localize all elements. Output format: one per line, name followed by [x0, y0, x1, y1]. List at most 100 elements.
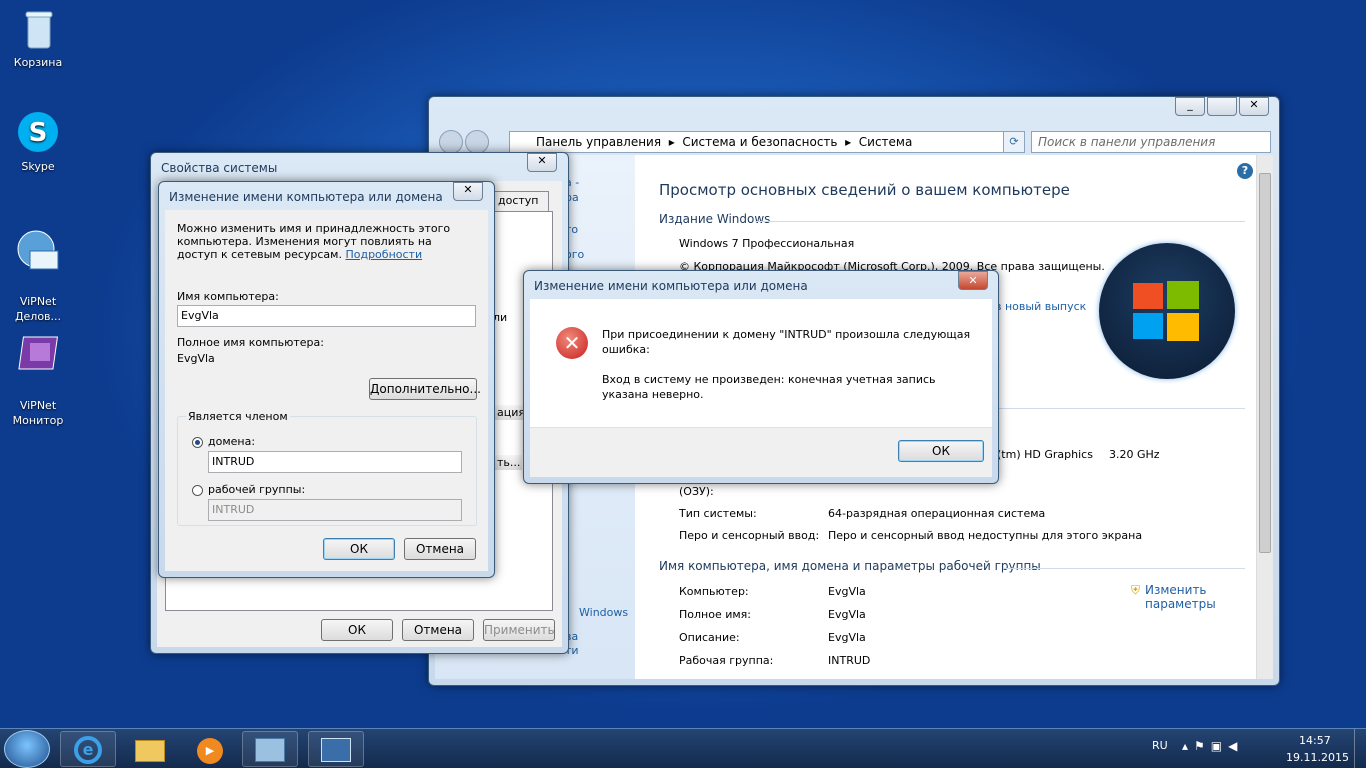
svg-text:S: S: [29, 118, 48, 148]
edition-section-title: Издание Windows: [659, 212, 771, 226]
refresh-button[interactable]: ⟳: [1003, 131, 1025, 153]
change-settings-link[interactable]: ⛨ Изменить параметры: [1131, 583, 1231, 611]
section-divider: [975, 408, 1245, 409]
close-button[interactable]: ✕: [527, 153, 557, 172]
desktop-icon-label: Корзина: [13, 56, 63, 69]
skype-icon: S: [14, 110, 62, 158]
workgroup-radio[interactable]: [192, 485, 203, 496]
row-workgroup-value: INTRUD: [828, 654, 871, 667]
cancel-button[interactable]: Отмена: [404, 538, 476, 560]
minimize-button[interactable]: _: [1175, 97, 1205, 116]
breadcrumb-system[interactable]: Система: [859, 135, 913, 149]
computer-icon: [321, 738, 351, 762]
desktop-icon-recycle-bin[interactable]: Корзина: [0, 6, 76, 69]
close-button[interactable]: ✕: [958, 271, 988, 290]
ram-label: (ОЗУ):: [679, 485, 714, 498]
desktop-icon-label: ViPNet Монитор: [12, 399, 64, 427]
maximize-button[interactable]: [1207, 97, 1237, 116]
row-fullname-value: EvgVla: [828, 608, 866, 621]
system-type-label: Тип системы:: [679, 507, 757, 520]
language-indicator[interactable]: RU: [1152, 739, 1168, 752]
ok-button[interactable]: ОК: [898, 440, 984, 462]
row-fullname-key: Полное имя:: [679, 608, 751, 621]
ie-icon: e: [74, 736, 102, 764]
edition-value: Windows 7 Профессиональная: [679, 237, 855, 250]
taskbar-explorer[interactable]: [122, 731, 178, 767]
name-section-title: Имя компьютера, имя домена и параметры р…: [659, 559, 1041, 573]
ok-button[interactable]: ОК: [323, 538, 395, 560]
row-workgroup-key: Рабочая группа:: [679, 654, 774, 667]
vertical-scrollbar[interactable]: [1256, 155, 1273, 679]
change-settings-label[interactable]: Изменить параметры: [1145, 583, 1216, 611]
close-button[interactable]: ✕: [1239, 97, 1269, 116]
cpu-speed: 3.20 GHz: [1109, 448, 1160, 461]
error-dialog: Изменение имени компьютера или домена ✕ …: [523, 270, 999, 484]
dialog-body: ✕ При присоединении к домену "INTRUD" пр…: [530, 299, 992, 477]
full-name-value: EvgVla: [177, 352, 215, 365]
new-release-link[interactable]: в новый выпуск: [995, 300, 1086, 313]
row-computer-value: EvgVla: [828, 585, 866, 598]
forward-button[interactable]: [465, 130, 489, 154]
section-divider: [755, 221, 1245, 222]
error-line1: При присоединении к домену "INTRUD" прои…: [602, 328, 971, 356]
member-of-group: Является членом домена: INTRUD рабочей г…: [177, 410, 477, 526]
window-title: Свойства системы: [161, 161, 278, 175]
show-desktop-button[interactable]: [1354, 729, 1366, 768]
workgroup-label: рабочей группы:: [208, 483, 306, 496]
left-fragment[interactable]: Windows: [579, 606, 628, 619]
taskbar-ie[interactable]: e: [60, 731, 116, 767]
workgroup-field[interactable]: INTRUD: [208, 499, 462, 521]
control-panel-icon: [255, 738, 285, 762]
tray-icons[interactable]: ▴⚑▣◀: [1182, 739, 1243, 753]
partial-text: ли: [493, 311, 508, 324]
system-type-value: 64-разрядная операционная система: [828, 507, 1046, 520]
media-player-icon: ▶: [197, 738, 223, 764]
windows-logo: [1099, 243, 1235, 379]
details-link[interactable]: Подробности: [345, 248, 422, 261]
taskbar-control-panel[interactable]: [242, 731, 298, 767]
address-bar[interactable]: Панель управления ▸ Система и безопаснос…: [509, 131, 1023, 153]
apply-button[interactable]: Применить: [483, 619, 555, 641]
shield-icon: ⛨: [1131, 583, 1141, 597]
start-button[interactable]: [4, 730, 50, 768]
taskbar-media-player[interactable]: ▶: [182, 731, 238, 767]
domain-label: домена:: [208, 435, 256, 448]
row-description-key: Описание:: [679, 631, 740, 644]
domain-radio[interactable]: [192, 437, 203, 448]
vipnet-monitor-icon: [14, 333, 62, 381]
clock-time[interactable]: 14:57: [1299, 734, 1331, 747]
cancel-button[interactable]: Отмена: [402, 619, 474, 641]
breadcrumb-security[interactable]: Система и безопасность: [682, 135, 837, 149]
window-title: Изменение имени компьютера или домена: [534, 279, 808, 293]
row-computer-key: Компьютер:: [679, 585, 749, 598]
taskbar: e ▶ RU ▴⚑▣◀ 14:57 19.11.2015: [0, 728, 1366, 768]
window-title: Изменение имени компьютера или домена: [169, 190, 443, 204]
ok-button[interactable]: ОК: [321, 619, 393, 641]
recycle-bin-icon: [14, 6, 62, 54]
taskbar-system[interactable]: [308, 731, 364, 767]
tab-remote-access[interactable]: доступ: [493, 191, 549, 211]
vipnet-mail-icon: [14, 229, 62, 277]
full-name-label: Полное имя компьютера:: [177, 336, 324, 349]
search-input[interactable]: Поиск в панели управления: [1031, 131, 1271, 153]
help-icon[interactable]: ?: [1237, 163, 1253, 179]
partial-button[interactable]: ть...: [495, 455, 523, 470]
back-button[interactable]: [439, 130, 463, 154]
error-icon: ✕: [556, 327, 588, 359]
intro-text: Можно изменить имя и принадлежность этог…: [177, 222, 467, 261]
desktop-icon-skype[interactable]: S Skype: [0, 110, 76, 173]
folder-icon: [135, 740, 165, 762]
row-description-value: EvgVla: [828, 631, 866, 644]
domain-field[interactable]: INTRUD: [208, 451, 462, 473]
breadcrumb-panel[interactable]: Панель управления: [536, 135, 661, 149]
clock-date[interactable]: 19.11.2015: [1286, 751, 1349, 764]
computer-name-field[interactable]: EvgVla: [177, 305, 476, 327]
cpu-value: (tm) HD Graphics: [997, 448, 1093, 461]
error-line2: Вход в систему не произведен: конечная у…: [602, 373, 936, 401]
section-divider: [1003, 568, 1245, 569]
close-button[interactable]: ✕: [453, 182, 483, 201]
desktop-icon-vipnet-monitor[interactable]: ViPNet Монитор: [0, 318, 76, 443]
more-button[interactable]: Дополнительно...: [369, 378, 481, 400]
page-title: Просмотр основных сведений о вашем компь…: [659, 181, 1070, 199]
scroll-thumb[interactable]: [1259, 173, 1271, 553]
